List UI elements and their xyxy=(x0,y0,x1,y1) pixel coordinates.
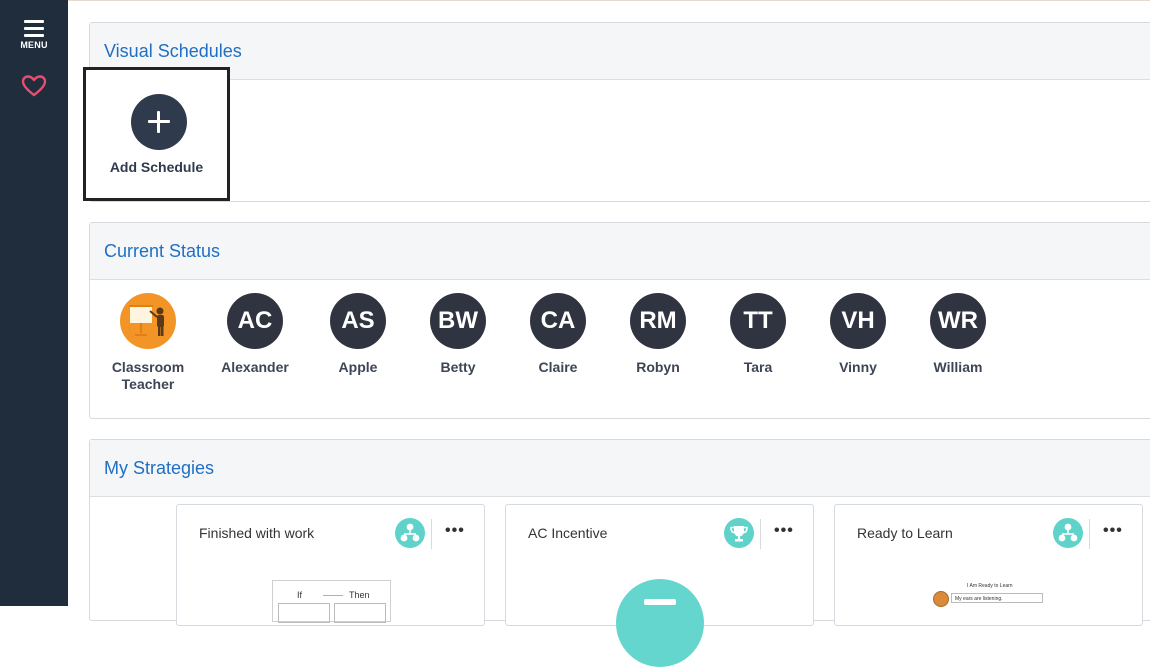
avatar: WR xyxy=(930,293,986,349)
person-name: Claire xyxy=(538,359,578,375)
person-vinny[interactable]: VH Vinny xyxy=(808,293,908,376)
thumb-arrow xyxy=(323,595,343,596)
avatar: AC xyxy=(227,293,283,349)
person-tara[interactable]: TT Tara xyxy=(708,293,808,376)
visual-schedules-title: Visual Schedules xyxy=(104,41,242,61)
avatar: BW xyxy=(430,293,486,349)
person-claire[interactable]: CA Claire xyxy=(508,293,608,376)
heart-icon[interactable] xyxy=(21,74,47,98)
thumb-box xyxy=(334,603,386,623)
menu-button[interactable]: MENU xyxy=(14,14,54,58)
thumb-then-label: Then xyxy=(349,590,370,600)
flow-icon[interactable] xyxy=(1053,518,1083,548)
top-divider xyxy=(68,0,1150,1)
my-strategies-title: My Strategies xyxy=(104,458,215,478)
thumb-title: I Am Ready to Learn xyxy=(967,583,1013,589)
avatar: CA xyxy=(530,293,586,349)
person-apple[interactable]: AS Apple xyxy=(308,293,408,376)
more-options-button[interactable]: ••• xyxy=(774,522,794,540)
trophy-icon[interactable] xyxy=(724,518,754,548)
strategy-card-finished-with-work[interactable]: Finished with work ••• If Then xyxy=(176,504,485,626)
card-divider xyxy=(760,519,761,549)
person-name: Betty xyxy=(440,359,476,375)
person-betty[interactable]: BW Betty xyxy=(408,293,508,376)
more-options-button[interactable]: ••• xyxy=(1103,522,1123,540)
strategy-thumbnail: I Am Ready to Learn My ears are listenin… xyxy=(933,583,1048,623)
more-options-button[interactable]: ••• xyxy=(445,522,465,540)
avatar: RM xyxy=(630,293,686,349)
card-divider xyxy=(1089,519,1090,549)
my-strategies-header: My Strategies xyxy=(90,440,1150,497)
person-name: Tara xyxy=(743,359,773,375)
avatar xyxy=(120,293,176,349)
person-william[interactable]: WR William xyxy=(908,293,1008,376)
flow-icon[interactable] xyxy=(395,518,425,548)
current-status-title: Current Status xyxy=(104,241,221,261)
person-name: Robyn xyxy=(636,359,680,375)
visual-schedules-panel: Visual Schedules xyxy=(89,22,1150,202)
teacher-icon xyxy=(129,305,164,336)
hamburger-icon xyxy=(24,20,44,37)
strategy-card-ready-to-learn[interactable]: Ready to Learn ••• I Am Ready to Learn M… xyxy=(834,504,1143,626)
person-name: Classroom Teacher xyxy=(111,359,185,392)
strategy-title: Ready to Learn xyxy=(857,525,953,541)
strategy-title: Finished with work xyxy=(199,525,315,541)
thumb-if-label: If xyxy=(297,590,303,600)
current-status-panel: Current Status Classroom Teacher AC Alex… xyxy=(89,222,1150,419)
person-name: Apple xyxy=(338,359,378,375)
person-name: Alexander xyxy=(221,359,289,375)
avatar: TT xyxy=(730,293,786,349)
add-schedule-button[interactable]: Add Schedule xyxy=(83,67,230,201)
monkey-icon xyxy=(933,591,949,607)
person-robyn[interactable]: RM Robyn xyxy=(608,293,708,376)
strategy-card-ac-incentive[interactable]: AC Incentive ••• xyxy=(505,504,814,667)
person-name: Vinny xyxy=(839,359,877,375)
current-status-header: Current Status xyxy=(90,223,1150,280)
strategy-thumbnail: If Then xyxy=(272,580,391,623)
avatar: VH xyxy=(830,293,886,349)
thumb-box xyxy=(278,603,330,623)
strategy-title: AC Incentive xyxy=(528,525,608,541)
thumb-row: My ears are listening. xyxy=(951,593,1043,603)
menu-label: MENU xyxy=(20,40,48,50)
add-schedule-label: Add Schedule xyxy=(109,159,204,175)
card-divider xyxy=(431,519,432,549)
visual-schedules-header: Visual Schedules xyxy=(90,23,1150,80)
sidebar: MENU xyxy=(0,0,68,606)
person-alexander[interactable]: AC Alexander xyxy=(205,293,305,376)
person-name: William xyxy=(933,359,983,375)
avatar: AS xyxy=(330,293,386,349)
plus-icon xyxy=(131,94,187,150)
person-classroom-teacher[interactable]: Classroom Teacher xyxy=(98,293,198,393)
strategy-thumbnail xyxy=(616,579,704,667)
